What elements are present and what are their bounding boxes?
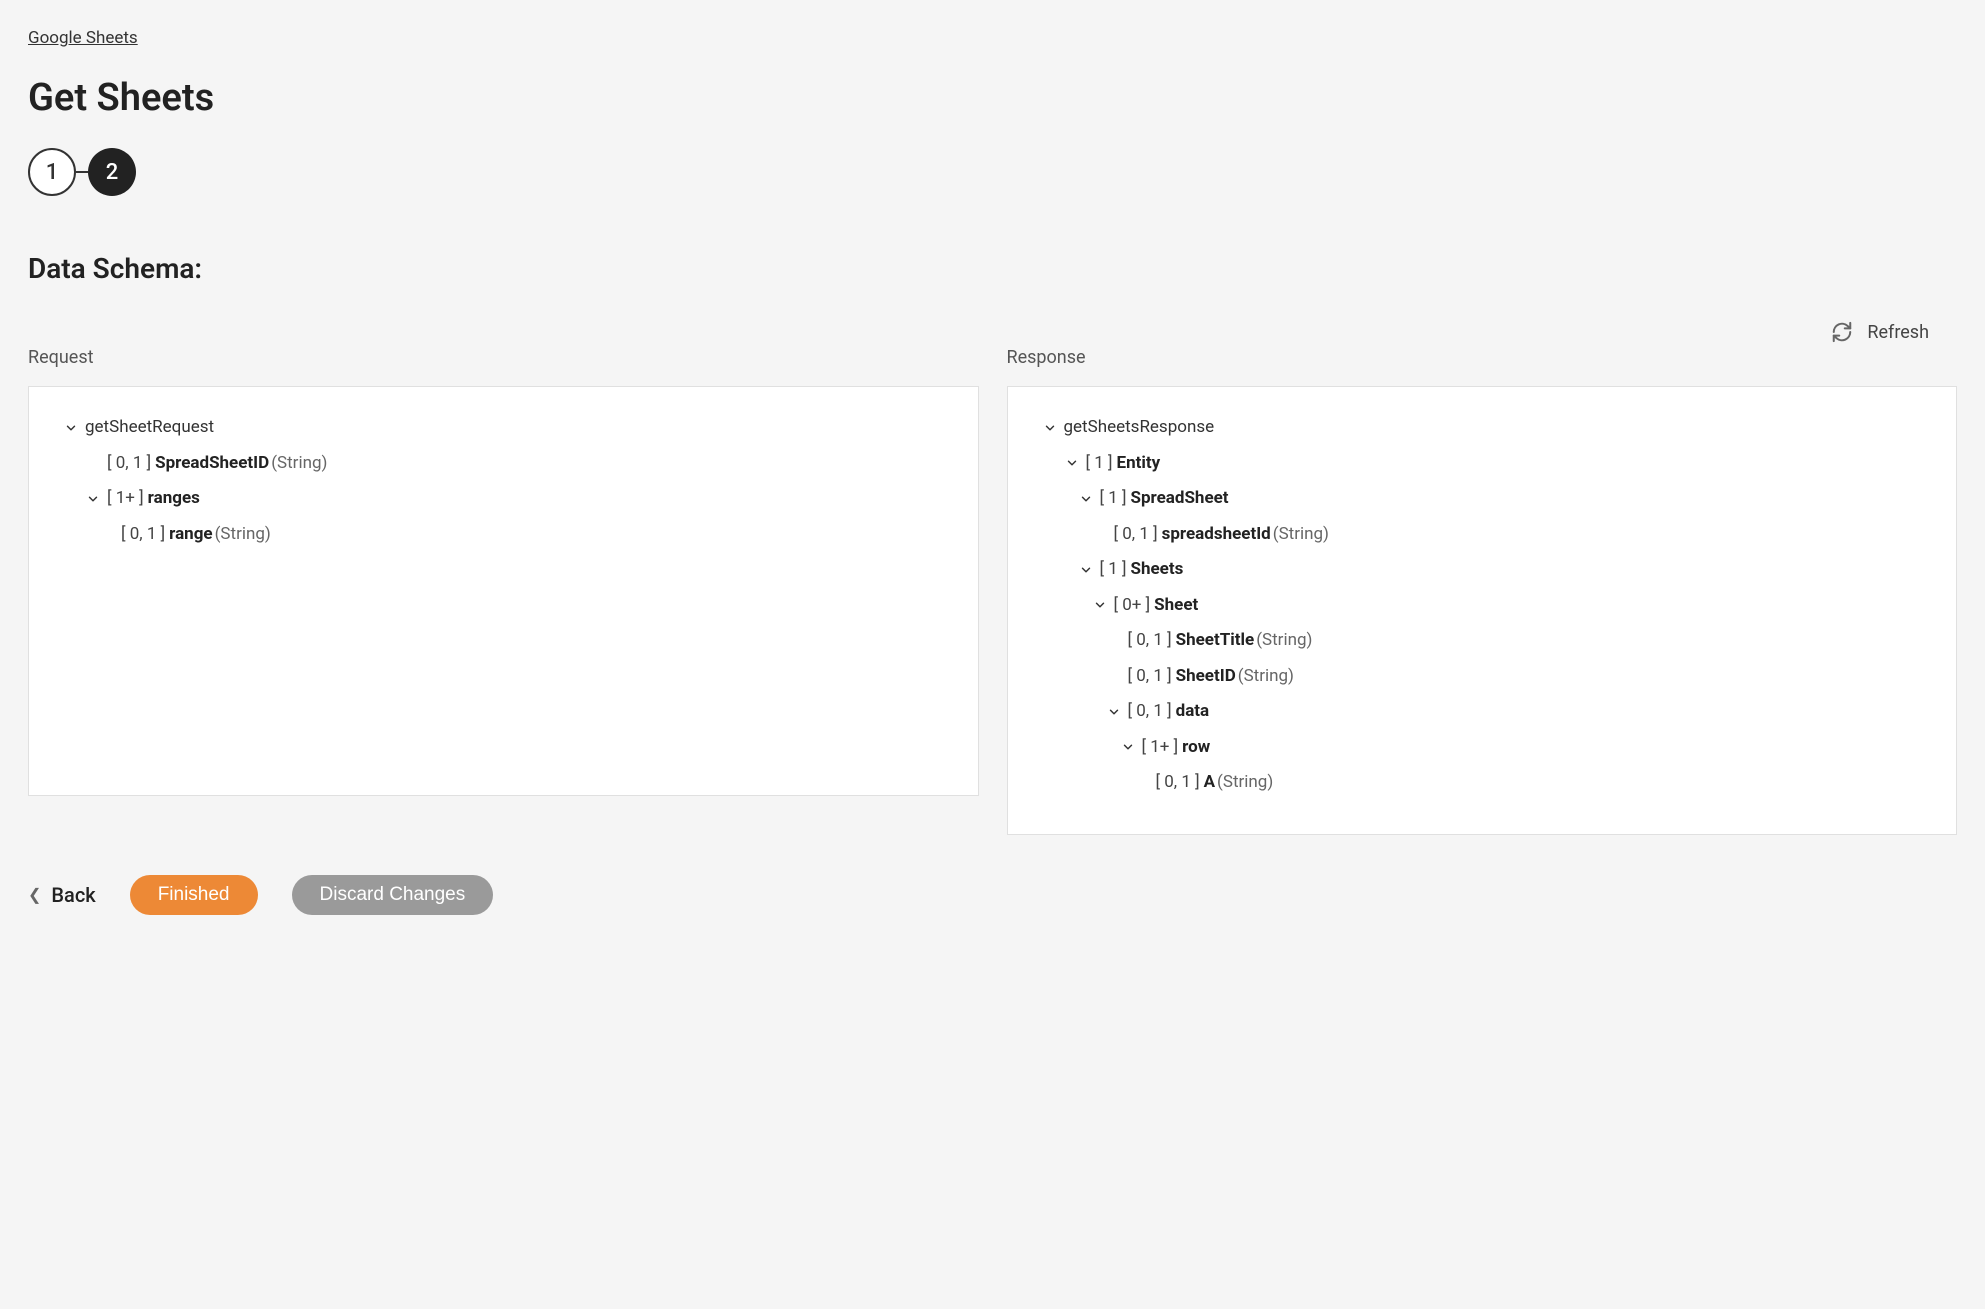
node-name: getSheetsResponse bbox=[1064, 415, 1215, 441]
refresh-icon bbox=[1831, 321, 1853, 343]
response-panel: getSheetsResponse[ 1 ] Entity[ 1 ] Sprea… bbox=[1007, 386, 1958, 835]
response-node[interactable]: getSheetsResponse bbox=[1038, 415, 1927, 441]
chevron-down-icon bbox=[1092, 597, 1108, 613]
request-node[interactable]: [ 0, 1 ] SpreadSheetID (String) bbox=[59, 451, 948, 477]
chevron-down-icon bbox=[1106, 704, 1122, 720]
response-node[interactable]: [ 1 ] SpreadSheet bbox=[1038, 486, 1927, 512]
chevron-down-icon bbox=[63, 420, 79, 436]
node-type: (String) bbox=[1217, 770, 1273, 796]
discard-button[interactable]: Discard Changes bbox=[292, 875, 494, 915]
chevron-down-icon bbox=[1078, 491, 1094, 507]
chevron-down-icon bbox=[1064, 455, 1080, 471]
chevron-down-icon bbox=[1106, 668, 1122, 684]
chevron-down-icon bbox=[85, 455, 101, 471]
node-name: Entity bbox=[1117, 451, 1161, 477]
response-node[interactable]: [ 0, 1 ] data bbox=[1038, 699, 1927, 725]
response-node[interactable]: [ 0+ ] Sheet bbox=[1038, 593, 1927, 619]
chevron-left-icon: ❮ bbox=[28, 885, 41, 904]
chevron-down-icon bbox=[1078, 562, 1094, 578]
step-2[interactable]: 2 bbox=[88, 148, 136, 196]
node-type: (String) bbox=[271, 451, 327, 477]
back-button[interactable]: ❮ Back bbox=[28, 883, 96, 907]
cardinality: [ 0, 1 ] bbox=[1114, 522, 1158, 548]
node-type: (String) bbox=[1238, 664, 1294, 690]
node-name: data bbox=[1176, 699, 1210, 725]
node-name: row bbox=[1182, 735, 1210, 761]
node-name: getSheetRequest bbox=[85, 415, 214, 441]
cardinality: [ 0+ ] bbox=[1114, 593, 1151, 619]
node-type: (String) bbox=[1273, 522, 1329, 548]
cardinality: [ 0, 1 ] bbox=[121, 522, 165, 548]
cardinality: [ 1 ] bbox=[1100, 486, 1127, 512]
chevron-down-icon bbox=[1120, 739, 1136, 755]
stepper: 1 2 bbox=[28, 148, 1957, 196]
node-name: A bbox=[1204, 770, 1215, 796]
request-panel: getSheetRequest [ 0, 1 ] SpreadSheetID (S… bbox=[28, 386, 979, 796]
response-node[interactable]: [ 1+ ] row bbox=[1038, 735, 1927, 761]
node-name: range bbox=[169, 522, 212, 548]
cardinality: [ 0, 1 ] bbox=[1156, 770, 1200, 796]
request-node[interactable]: [ 0, 1 ] range (String) bbox=[59, 522, 948, 548]
cardinality: [ 0, 1 ] bbox=[1128, 628, 1172, 654]
response-node[interactable]: [ 0, 1 ] spreadsheetId (String) bbox=[1038, 522, 1927, 548]
chevron-down-icon bbox=[1042, 420, 1058, 436]
back-label: Back bbox=[51, 883, 95, 907]
cardinality: [ 1+ ] bbox=[107, 486, 144, 512]
chevron-down-icon bbox=[85, 491, 101, 507]
node-type: (String) bbox=[215, 522, 271, 548]
step-1[interactable]: 1 bbox=[28, 148, 76, 196]
request-node[interactable]: getSheetRequest bbox=[59, 415, 948, 441]
cardinality: [ 1 ] bbox=[1100, 557, 1127, 583]
node-name: Sheets bbox=[1131, 557, 1184, 583]
finished-button[interactable]: Finished bbox=[130, 875, 258, 915]
cardinality: [ 1 ] bbox=[1086, 451, 1113, 477]
node-name: SpreadSheet bbox=[1131, 486, 1229, 512]
page-title: Get Sheets bbox=[28, 76, 1957, 120]
node-name: SheetID bbox=[1176, 664, 1236, 690]
node-name: SpreadSheetID bbox=[155, 451, 269, 477]
response-header: Response bbox=[1007, 347, 1958, 368]
response-node[interactable]: [ 1 ] Entity bbox=[1038, 451, 1927, 477]
cardinality: [ 1+ ] bbox=[1142, 735, 1179, 761]
node-name: SheetTitle bbox=[1176, 628, 1255, 654]
breadcrumb-link[interactable]: Google Sheets bbox=[28, 28, 138, 48]
node-name: Sheet bbox=[1154, 593, 1198, 619]
node-name: ranges bbox=[148, 486, 200, 512]
node-name: spreadsheetId bbox=[1162, 522, 1271, 548]
response-node[interactable]: [ 0, 1 ] SheetID (String) bbox=[1038, 664, 1927, 690]
section-title: Data Schema: bbox=[28, 252, 1957, 285]
chevron-down-icon bbox=[1092, 526, 1108, 542]
chevron-down-icon bbox=[1106, 633, 1122, 649]
request-header: Request bbox=[28, 347, 979, 368]
refresh-button[interactable]: Refresh bbox=[1831, 321, 1929, 343]
response-node[interactable]: [ 0, 1 ] A (String) bbox=[1038, 770, 1927, 796]
cardinality: [ 0, 1 ] bbox=[1128, 699, 1172, 725]
response-node[interactable]: [ 0, 1 ] SheetTitle (String) bbox=[1038, 628, 1927, 654]
chevron-down-icon bbox=[1134, 775, 1150, 791]
request-node[interactable]: [ 1+ ] ranges bbox=[59, 486, 948, 512]
cardinality: [ 0, 1 ] bbox=[1128, 664, 1172, 690]
refresh-label: Refresh bbox=[1867, 322, 1929, 343]
node-type: (String) bbox=[1256, 628, 1312, 654]
response-node[interactable]: [ 1 ] Sheets bbox=[1038, 557, 1927, 583]
chevron-down-icon bbox=[99, 526, 115, 542]
step-connector bbox=[76, 171, 88, 173]
cardinality: [ 0, 1 ] bbox=[107, 451, 151, 477]
